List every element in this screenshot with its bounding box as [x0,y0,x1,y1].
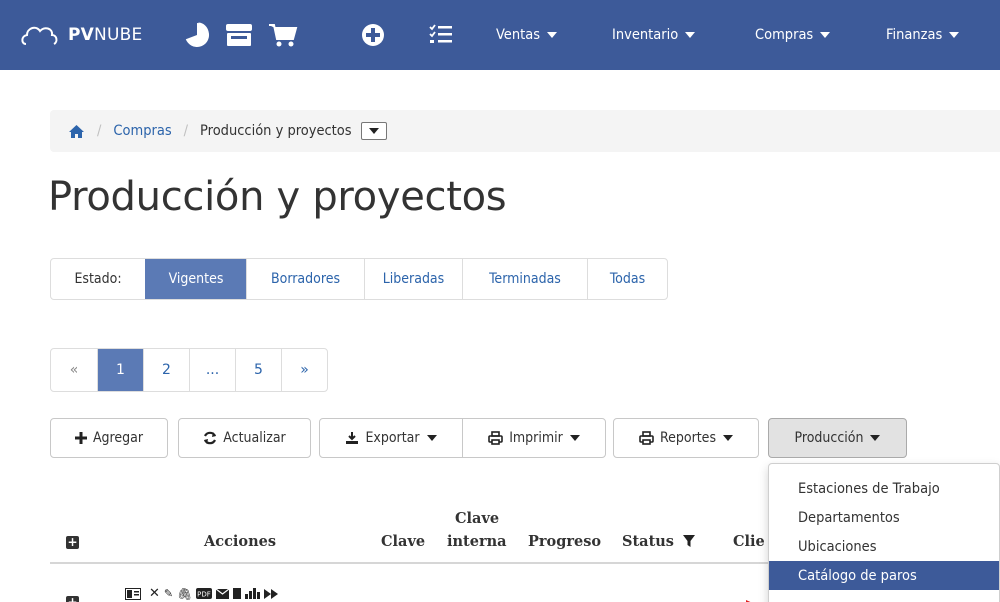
caret-down-icon [426,435,437,441]
caret-down-icon [547,32,557,38]
estado-option-borradores[interactable]: Borradores [246,259,364,299]
edit-pencil-icon[interactable]: ✎ [164,587,173,600]
produccion-dropdown-button[interactable]: Producción [768,418,907,458]
table-header-divider [50,562,770,564]
menu-item-ubicaciones[interactable]: Ubicaciones [769,532,999,561]
caret-down-icon [368,128,379,134]
caret-down-icon [569,435,580,441]
breadcrumb: / Compras / Producción y proyectos [50,110,1000,152]
pagination-prev[interactable]: « [51,349,97,391]
pagination-page-1[interactable]: 1 [97,349,143,391]
nav-menu-ventas[interactable]: Ventas [496,24,557,46]
top-navbar: PVNUBE Ventas Inventario Compras Finanza… [0,0,1000,70]
exportar-label: Exportar [365,430,420,446]
column-header-acciones: Acciones [204,533,277,550]
menu-item-catalogo-de-paros[interactable]: Catálogo de paros [769,561,999,590]
store-icon[interactable] [224,22,254,48]
menu-item-departamentos[interactable]: Departamentos [769,503,999,532]
produccion-dropdown-menu: Estaciones de Trabajo Departamentos Ubic… [768,463,1000,602]
agregar-label: Agregar [92,430,144,446]
reportes-button[interactable]: Reportes [613,418,759,458]
plus-icon [74,432,87,444]
filter-icon[interactable] [682,535,695,548]
column-header-clave: Clave [381,533,426,550]
pdf-icon[interactable]: PDF [196,588,213,599]
pagination: « 1 2 ... 5 » [50,348,328,392]
breadcrumb-separator: / [183,123,189,139]
actualizar-label: Actualizar [223,430,286,446]
caret-down-icon [949,32,960,38]
fast-forward-icon[interactable] [264,588,279,599]
nav-menu-compras[interactable]: Compras [755,24,831,46]
delete-icon[interactable]: ✕ [149,586,160,601]
caret-down-icon [723,435,733,441]
document-icon[interactable] [233,588,242,599]
estado-option-vigentes[interactable]: Vigentes [145,259,246,299]
column-header-cliente: Clie [733,533,765,550]
exportar-button[interactable]: Exportar [320,419,462,457]
caret-down-icon [820,32,831,38]
printer-icon [639,431,654,445]
add-circle-icon[interactable] [358,22,388,48]
expand-all-icon[interactable]: + [66,536,79,549]
cart-icon[interactable] [268,22,298,48]
brand-logo[interactable]: PVNUBE [20,20,142,50]
column-header-clave-interna-line1: Clave [455,510,500,527]
status-label: Status [622,533,674,550]
pagination-ellipsis[interactable]: ... [189,349,235,391]
pagination-page-5[interactable]: 5 [235,349,281,391]
pagination-next[interactable]: » [281,349,327,391]
column-header-clave-interna-line2: interna [447,533,507,550]
menu-item-estaciones-de-trabajo[interactable]: Estaciones de Trabajo [769,474,999,503]
row-actions: ✕ ✎ 🖇 PDF [125,585,279,602]
agregar-button[interactable]: Agregar [50,418,168,458]
view-card-icon[interactable] [125,587,141,600]
imprimir-button[interactable]: Imprimir [462,419,605,457]
estado-filter: Estado: Vigentes Borradores Liberadas Te… [50,258,668,300]
breadcrumb-current: Producción y proyectos [200,123,352,139]
caret-down-icon [685,32,696,38]
svg-text:PDF: PDF [198,591,212,599]
home-icon[interactable] [68,124,85,139]
breadcrumb-compras-link[interactable]: Compras [113,123,171,139]
estado-option-terminadas[interactable]: Terminadas [462,259,587,299]
nav-menu-finanzas[interactable]: Finanzas [886,24,960,46]
estado-option-todas[interactable]: Todas [587,259,667,299]
attachment-icon[interactable]: 🖇 [177,587,192,601]
column-header-progreso: Progreso [528,533,602,550]
nav-menu-inventario[interactable]: Inventario [612,24,696,46]
pagination-page-2[interactable]: 2 [143,349,189,391]
produccion-label: Producción [794,430,864,446]
reportes-label: Reportes [660,430,716,446]
estado-option-liberadas[interactable]: Liberadas [364,259,462,299]
refresh-icon [203,431,217,445]
cloud-icon [21,26,58,45]
export-icon [345,431,359,445]
caret-down-icon [870,435,881,441]
breadcrumb-separator: / [97,123,102,139]
pie-chart-icon[interactable] [182,22,212,48]
estado-label: Estado: [74,271,122,287]
column-header-status[interactable]: Status [622,533,695,550]
printer-icon [488,431,503,445]
breadcrumb-dropdown-button[interactable] [360,122,387,140]
actualizar-button[interactable]: Actualizar [178,418,311,458]
email-icon[interactable] [216,588,230,599]
page-title: Producción y proyectos [48,174,507,220]
imprimir-label: Imprimir [509,430,563,446]
export-print-group: Exportar Imprimir [319,418,606,458]
tasks-list-icon[interactable] [426,22,456,48]
row-expand-icon[interactable]: + [66,596,79,602]
chart-bar-icon[interactable] [245,588,261,599]
